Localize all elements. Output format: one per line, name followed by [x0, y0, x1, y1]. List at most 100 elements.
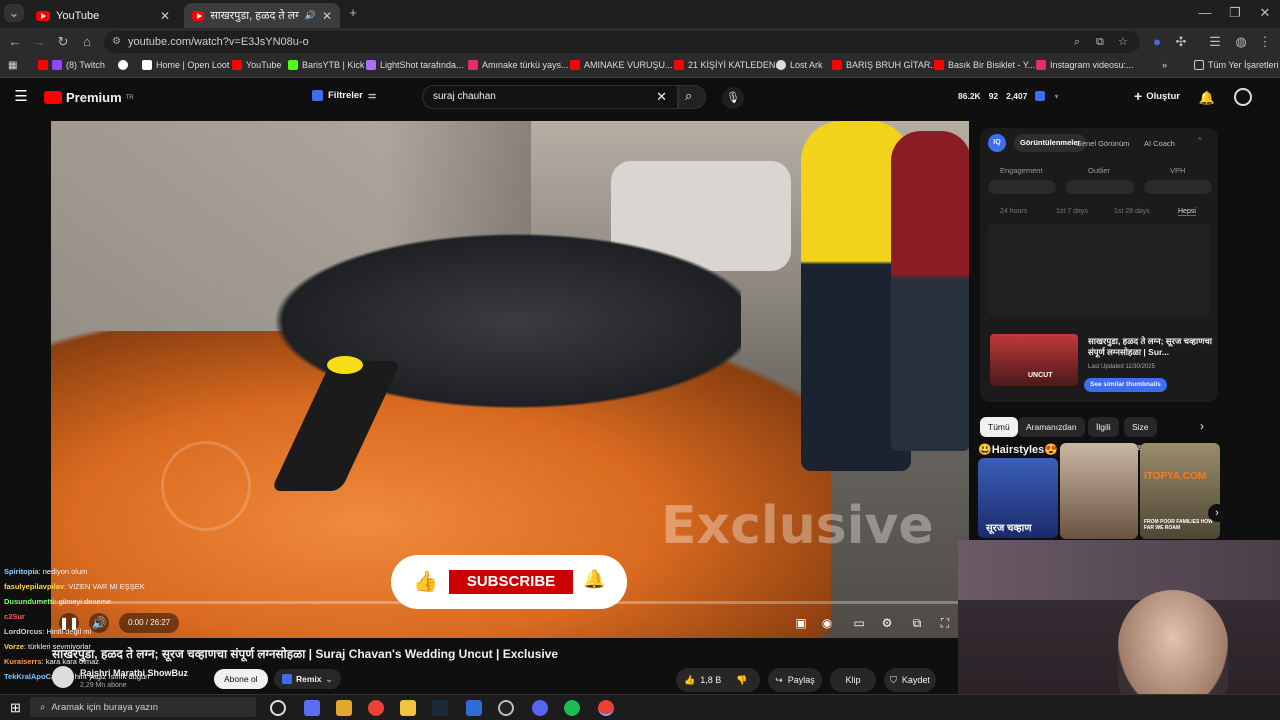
bookmark-instagram-1[interactable]: Amınake türkü yays... [468, 60, 569, 70]
chips-next-icon[interactable]: › [1200, 419, 1204, 433]
apps-icon[interactable]: ▦ [8, 60, 17, 71]
autoplay-icon[interactable]: ◉ [817, 613, 837, 633]
subscribe-button[interactable]: Abone ol [214, 669, 268, 689]
range-all[interactable]: Hepsi [1178, 208, 1196, 216]
forward-icon[interactable]: → [30, 33, 48, 51]
tab-ai-coach[interactable]: AI Coach [1144, 139, 1175, 148]
install-icon[interactable]: ⧉ [1096, 31, 1104, 53]
youtube-premium-logo[interactable]: Premium TR [44, 90, 134, 105]
bookmark-lostark[interactable]: Lost Ark [776, 60, 823, 70]
back-icon[interactable]: ← [6, 33, 24, 51]
bookmark-twitch[interactable]: (8) Twitch [38, 60, 105, 70]
bookmark-youtube-4[interactable]: BARIŞ BRUH GİTAR... [832, 60, 938, 70]
app-icon-1[interactable] [304, 700, 320, 716]
extension-icon[interactable]: ● [1148, 33, 1166, 51]
zoom-icon[interactable]: ⌕ [1074, 31, 1080, 53]
bookmark-youtube-2[interactable]: AMINAKE VURUŞU... [570, 60, 673, 70]
channel-avatar[interactable] [52, 666, 74, 688]
tab-overview[interactable]: Genel Görünüm [1076, 139, 1129, 148]
channel-name[interactable]: Rajshri Marathi ShowBuz [80, 668, 188, 678]
settings-icon[interactable]: ⚙ [877, 613, 897, 633]
chrome-active-icon[interactable] [598, 700, 614, 716]
search-button[interactable]: ⌕ [678, 85, 706, 109]
range-7d[interactable]: 1st 7 days [1056, 208, 1088, 215]
close-tab-icon[interactable]: ✕ [160, 9, 170, 23]
media-icon[interactable]: ☰ [1206, 33, 1224, 51]
home-icon[interactable]: ⌂ [78, 33, 96, 51]
search-input[interactable]: suraj chauhan ✕ [422, 85, 678, 109]
video-player[interactable]: Exclusive 👍 SUBSCRIBE 🔔 ❚❚ 🔊 0:00 / 26:2… [51, 121, 969, 638]
trophy-icon[interactable]: ♆ [1053, 91, 1059, 101]
shelf-thumbnail-3[interactable]: ITOPYA.COM FROM POOR FAMILIES HOW FAR WE… [1140, 443, 1220, 539]
app-icon-3[interactable] [466, 700, 482, 716]
shelf-thumbnail-1[interactable]: सूरज चव्हाण [978, 458, 1058, 538]
voice-search-icon[interactable]: 🎙 [722, 87, 744, 109]
iq-player-icon[interactable]: ▣ [791, 613, 811, 633]
bookmark-chrome[interactable] [118, 60, 128, 70]
minimize-icon[interactable]: — [1196, 4, 1214, 22]
spotify-icon[interactable] [564, 700, 580, 716]
bookmark-kick[interactable]: BarisYTB | Kick [288, 60, 364, 70]
tab-youtube[interactable]: YouTube ✕ [28, 3, 178, 28]
avatar[interactable] [1234, 88, 1252, 106]
notifications-icon[interactable]: 🔔 [1198, 89, 1216, 107]
captions-icon[interactable]: ▭ [849, 613, 869, 633]
clip-button[interactable]: Klip [830, 668, 876, 692]
fullscreen-icon[interactable]: ⛶ [935, 613, 955, 633]
chrome-icon[interactable] [368, 700, 384, 716]
close-tab-icon[interactable]: ✕ [322, 9, 332, 23]
steam-icon[interactable] [432, 700, 448, 716]
bookmark-lightshot[interactable]: LightShot tarafında... [366, 60, 464, 70]
chip-for-you[interactable]: Size özel [1124, 417, 1157, 452]
iq-icon[interactable] [1035, 91, 1046, 101]
windows-start-icon[interactable]: ⊞ [10, 700, 21, 716]
all-bookmarks[interactable]: Tüm Yer İşaretleri [1194, 60, 1279, 70]
new-tab-icon[interactable]: + [344, 4, 362, 22]
bookmark-youtube[interactable]: YouTube [232, 60, 281, 70]
bookmark-instagram-2[interactable]: Instagram videosu:... [1036, 60, 1134, 70]
file-explorer-icon[interactable] [400, 700, 416, 716]
collapse-icon[interactable]: ⌃ [1196, 136, 1204, 147]
tab-active-video[interactable]: साखरपुडा, हळद ते लग्न; सूरज 🔊 ✕ [184, 3, 340, 28]
reload-icon[interactable]: ↻ [54, 33, 72, 51]
task-view-icon[interactable] [270, 700, 286, 716]
create-button[interactable]: + Oluştur [1134, 88, 1180, 104]
bookmark-youtube-5[interactable]: Basık Bir Bisiklet - Y... [934, 60, 1035, 70]
url-input[interactable]: ⚙ youtube.com/watch?v=E3JsYN08u-o ⌕ ⧉ ☆ [104, 31, 1140, 53]
menu-icon[interactable]: ⋮ [1256, 33, 1274, 51]
extensions-puzzle-icon[interactable]: ✣ [1172, 33, 1190, 51]
bookmark-openloot[interactable]: Home | Open Loot [142, 60, 229, 70]
remix-button[interactable]: Remix ⌄ [274, 669, 341, 689]
dislike-icon[interactable]: 👎 [736, 675, 747, 686]
recommended-thumbnail[interactable]: UNCUT [990, 334, 1078, 386]
profile-icon[interactable]: ◍ [1232, 33, 1250, 51]
chip-all[interactable]: Tümü [980, 417, 1018, 437]
like-icon[interactable]: 👍 [684, 675, 695, 686]
miniplayer-icon[interactable]: ⧉ [907, 613, 927, 633]
range-24h[interactable]: 24 hours [1000, 208, 1027, 215]
discord-icon[interactable] [532, 700, 548, 716]
bookmark-youtube-3[interactable]: 21 KİŞİYİ KATLEDEN... [674, 60, 783, 70]
site-info-icon[interactable]: ⚙ [112, 31, 121, 53]
share-button[interactable]: ↪ Paylaş [768, 668, 822, 692]
clear-search-icon[interactable]: ✕ [656, 86, 667, 108]
chip-related[interactable]: İlgili [1088, 417, 1119, 437]
app-icon-4[interactable] [498, 700, 514, 716]
hamburger-menu-icon[interactable]: ☰ [12, 88, 30, 106]
shelf-thumbnail-2[interactable] [1060, 443, 1138, 539]
like-dislike-button[interactable]: 👍 1,8 B 👎 [676, 668, 760, 692]
chip-from-search[interactable]: Aramanızdan [1018, 417, 1085, 437]
save-button[interactable]: ⛉ Kaydet [884, 668, 936, 692]
audio-playing-icon[interactable]: 🔊 [305, 10, 316, 21]
close-window-icon[interactable]: ✕ [1256, 4, 1274, 22]
filters-button[interactable]: Filtreler ⚌ [312, 90, 376, 101]
shelf-next-icon[interactable]: › [1208, 504, 1226, 522]
tab-search-icon[interactable]: ⌄ [4, 4, 24, 22]
maximize-icon[interactable]: ❐ [1226, 4, 1244, 22]
similar-thumbnails-button[interactable]: See similar thumbnails [1084, 378, 1167, 392]
star-icon[interactable]: ☆ [1118, 31, 1128, 53]
app-icon-2[interactable] [336, 700, 352, 716]
taskbar-search-input[interactable]: ⌕ Aramak için buraya yazın [30, 697, 256, 717]
range-28d[interactable]: 1st 28 days [1114, 208, 1150, 215]
more-bookmarks-icon[interactable]: » [1162, 60, 1167, 70]
